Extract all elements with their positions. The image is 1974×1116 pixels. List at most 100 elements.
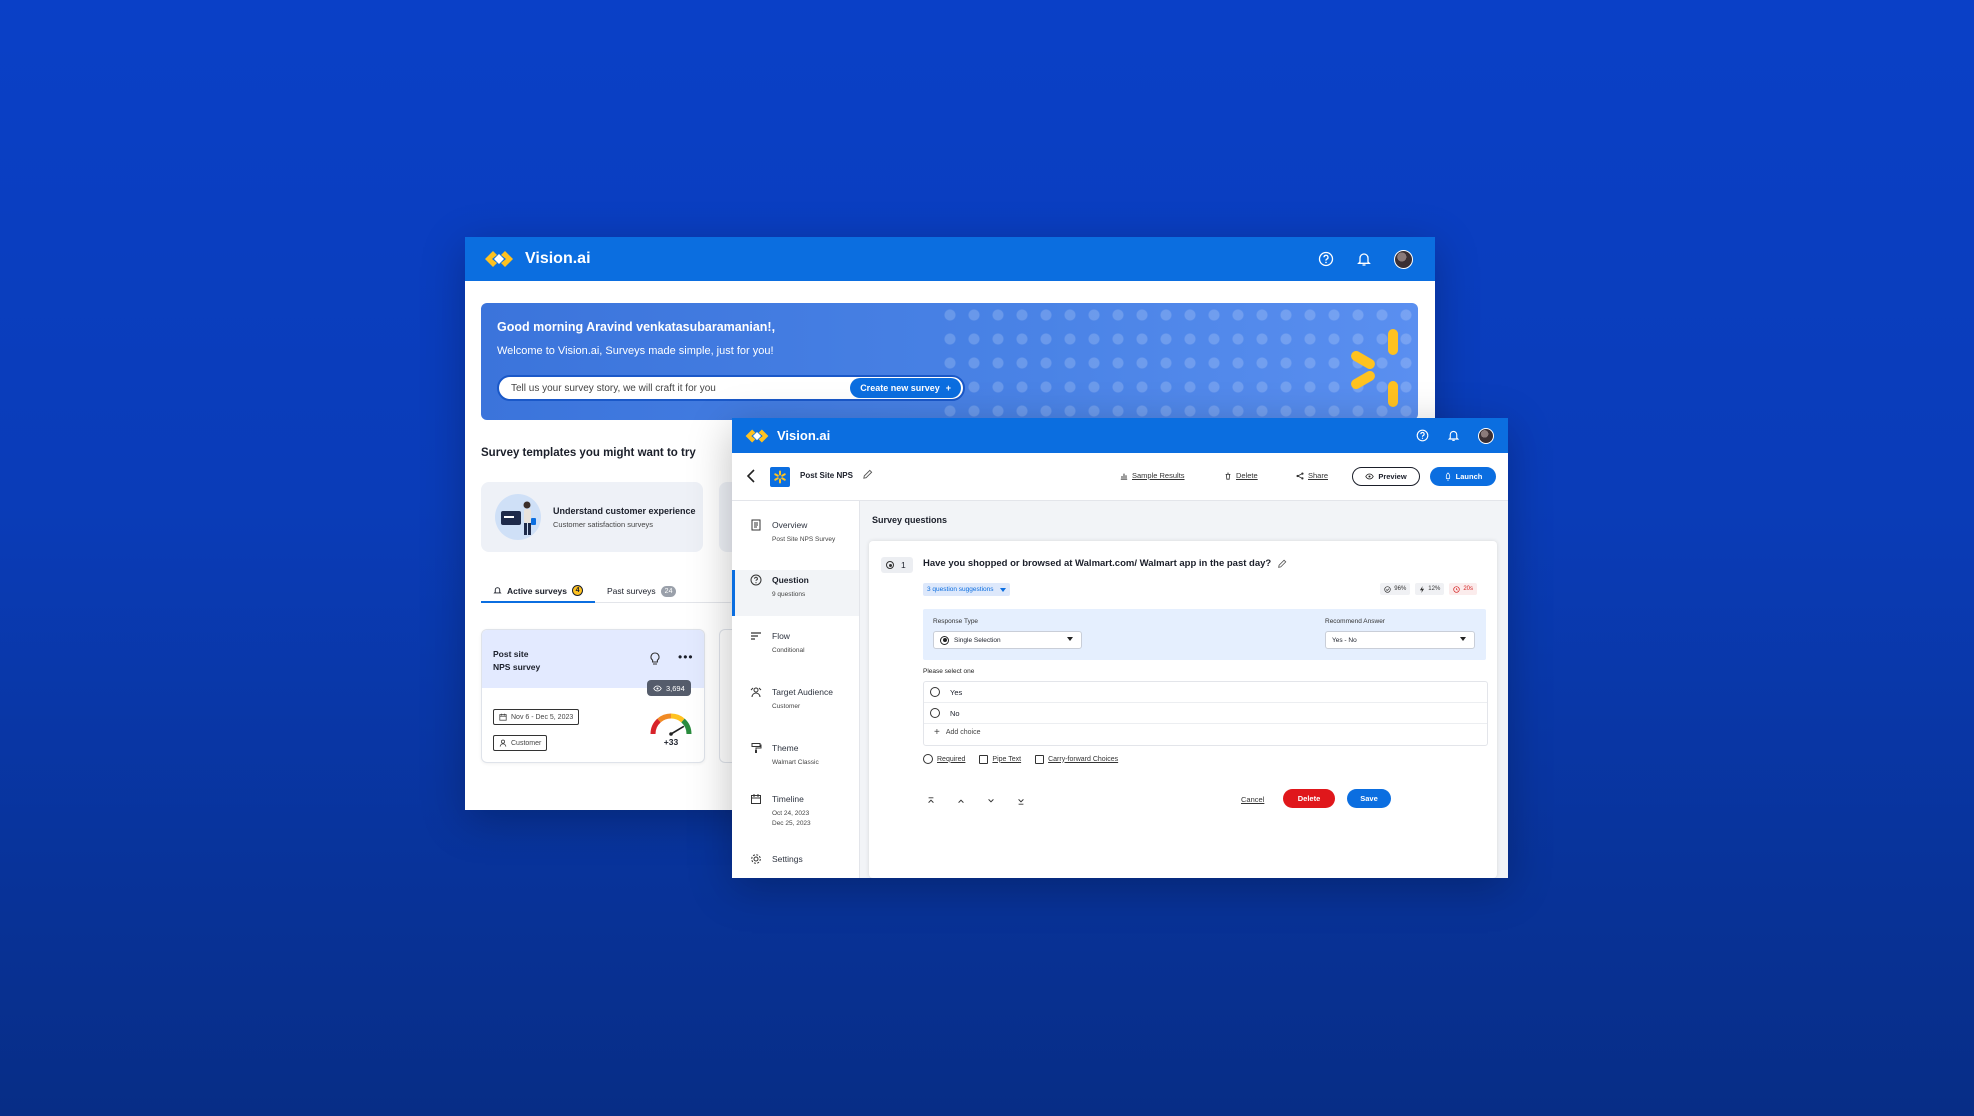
dropoff-metric: 12% bbox=[1415, 583, 1445, 595]
sidebar-item-settings[interactable]: Settings bbox=[732, 849, 859, 877]
nps-score: +33 bbox=[663, 737, 679, 747]
sidebar-item-label: Question bbox=[772, 575, 809, 585]
views-badge: 3,694 bbox=[647, 680, 691, 696]
app-header: Vision.ai bbox=[465, 237, 1435, 281]
choice-label: Yes bbox=[950, 687, 963, 697]
choice-item[interactable]: Yes bbox=[924, 682, 1487, 703]
brand[interactable]: Vision.ai bbox=[744, 427, 830, 445]
save-button[interactable]: Save bbox=[1347, 789, 1391, 808]
calendar-icon bbox=[499, 713, 507, 721]
quality-metric: 96% bbox=[1380, 583, 1411, 595]
delete-survey-button[interactable]: Delete bbox=[1224, 471, 1258, 480]
tab-past-surveys[interactable]: Past surveys 24 bbox=[595, 580, 688, 602]
brand[interactable]: Vision.ai bbox=[483, 248, 591, 270]
time-metric: 20s bbox=[1449, 583, 1477, 595]
recommend-answer-select[interactable]: Yes - No bbox=[1325, 631, 1475, 649]
checkbox[interactable] bbox=[1035, 754, 1045, 764]
vision-logo-icon bbox=[745, 429, 769, 442]
share-button[interactable]: Share bbox=[1296, 471, 1328, 480]
question-text: Have you shopped or browsed at Walmart.c… bbox=[923, 558, 1272, 569]
question-suggestions-dropdown[interactable]: 3 question suggestions bbox=[923, 583, 1010, 596]
sidebar-item-timeline[interactable]: Timeline Oct 24, 2023 Dec 25, 2023 bbox=[732, 789, 859, 843]
question-title[interactable]: Have you shopped or browsed at Walmart.c… bbox=[923, 558, 1287, 569]
question-circle-icon bbox=[750, 574, 762, 586]
sidebar-item-question[interactable]: Question 9 questions bbox=[732, 570, 859, 616]
response-type-value: Single Selection bbox=[954, 636, 1001, 644]
timeline-end: Dec 25, 2023 bbox=[772, 820, 811, 827]
preview-label: Preview bbox=[1378, 472, 1407, 481]
metric-value: 12% bbox=[1428, 586, 1441, 592]
checkbox[interactable] bbox=[979, 754, 989, 764]
tab-active-surveys[interactable]: Active surveys 4 bbox=[481, 580, 596, 603]
template-subtitle: Customer satisfaction surveys bbox=[553, 519, 654, 529]
lightning-icon bbox=[1420, 585, 1425, 593]
sample-results-button[interactable]: Sample Results bbox=[1120, 471, 1185, 480]
sidebar-item-label: Flow bbox=[772, 631, 790, 641]
option-label: Pipe Text bbox=[992, 755, 1022, 763]
walmart-spark-icon bbox=[770, 467, 790, 487]
choice-item[interactable]: No bbox=[924, 703, 1487, 724]
radio-button[interactable] bbox=[930, 708, 940, 718]
edit-pencil-icon[interactable] bbox=[862, 469, 873, 480]
question-number: 1 bbox=[901, 560, 906, 570]
radio-button[interactable] bbox=[930, 687, 940, 697]
user-avatar[interactable] bbox=[1394, 249, 1413, 269]
move-to-top-icon[interactable] bbox=[927, 797, 935, 805]
add-choice-button[interactable]: + Add choice bbox=[934, 727, 980, 738]
move-up-icon[interactable] bbox=[957, 797, 965, 805]
sidebar-item-label: Overview bbox=[772, 520, 808, 530]
sidebar-item-sub: 9 questions bbox=[772, 591, 806, 598]
bell-icon[interactable] bbox=[1447, 429, 1460, 442]
pipe-text-checkbox[interactable]: Pipe Text bbox=[979, 754, 1021, 764]
templates-title: Survey templates you might want to try bbox=[481, 447, 696, 459]
greeting-heading: Good morning Aravind venkatasubaramanian… bbox=[497, 320, 776, 334]
more-options-icon[interactable]: ••• bbox=[678, 650, 694, 664]
help-icon[interactable] bbox=[1416, 429, 1429, 442]
edit-pencil-icon[interactable] bbox=[1277, 559, 1287, 569]
recommend-answer-label: Recommend Answer bbox=[1325, 618, 1385, 625]
lightbulb-icon[interactable] bbox=[649, 652, 661, 666]
flow-lines-icon bbox=[751, 632, 761, 640]
sidebar-item-flow[interactable]: Flow Conditional bbox=[732, 626, 859, 672]
sidebar-item-sub: Oct 24, 2023 Dec 25, 2023 bbox=[772, 809, 811, 829]
create-survey-button[interactable]: Create new survey + bbox=[850, 378, 961, 398]
move-to-bottom-icon[interactable] bbox=[1017, 797, 1025, 805]
carry-forward-checkbox[interactable]: Carry-forward Choices bbox=[1035, 754, 1118, 764]
sidebar-item-label: Settings bbox=[772, 854, 803, 864]
tab-count-badge: 24 bbox=[660, 585, 677, 597]
radio-type-icon bbox=[886, 561, 894, 569]
clock-icon bbox=[1453, 585, 1460, 593]
bell-icon[interactable] bbox=[1356, 251, 1372, 267]
template-card[interactable]: Understand customer experience Customer … bbox=[481, 482, 703, 552]
required-toggle[interactable]: Required bbox=[923, 754, 965, 764]
app-name: Vision.ai bbox=[777, 428, 831, 443]
question-card: 1 Have you shopped or browsed at Walmart… bbox=[869, 541, 1497, 878]
back-arrow-icon[interactable] bbox=[746, 469, 756, 483]
sidebar-item-theme[interactable]: Theme Walmart Classic bbox=[732, 738, 859, 784]
launch-button[interactable]: Launch bbox=[1430, 467, 1496, 486]
question-number-badge[interactable]: 1 bbox=[881, 557, 913, 573]
required-radio[interactable] bbox=[923, 754, 933, 764]
delete-question-button[interactable]: Delete bbox=[1283, 789, 1335, 808]
user-avatar[interactable] bbox=[1478, 427, 1494, 444]
sidebar-item-sub: Conditional bbox=[772, 647, 805, 654]
walmart-spark-icon bbox=[1351, 329, 1398, 407]
move-down-icon[interactable] bbox=[987, 797, 995, 805]
cancel-button[interactable]: Cancel bbox=[1241, 795, 1264, 804]
survey-card[interactable]: Post site NPS survey ••• 3,694 Nov 6 - D… bbox=[481, 629, 705, 763]
paint-roller-icon bbox=[751, 743, 762, 753]
survey-prompt-input[interactable] bbox=[509, 381, 851, 395]
help-icon[interactable] bbox=[1318, 251, 1334, 267]
sidebar-item-target-audience[interactable]: Target Audience Customer bbox=[732, 682, 859, 728]
survey-toolbar: Post Site NPS Sample Results Delete Shar… bbox=[732, 453, 1508, 501]
preview-button[interactable]: Preview bbox=[1352, 467, 1420, 486]
recommend-answer-value: Yes - No bbox=[1332, 636, 1357, 644]
sidebar-item-overview[interactable]: Overview Post Site NPS Survey bbox=[732, 515, 859, 561]
response-type-select[interactable]: Single Selection bbox=[933, 631, 1082, 649]
instruction-text: Please select one bbox=[923, 668, 975, 675]
tab-label: Past surveys bbox=[607, 586, 656, 596]
plus-icon: + bbox=[945, 383, 951, 393]
response-settings: Response Type Single Selection Recommend… bbox=[923, 609, 1486, 660]
date-range: Nov 6 - Dec 5, 2023 bbox=[511, 713, 574, 721]
audience-icon bbox=[750, 687, 762, 698]
